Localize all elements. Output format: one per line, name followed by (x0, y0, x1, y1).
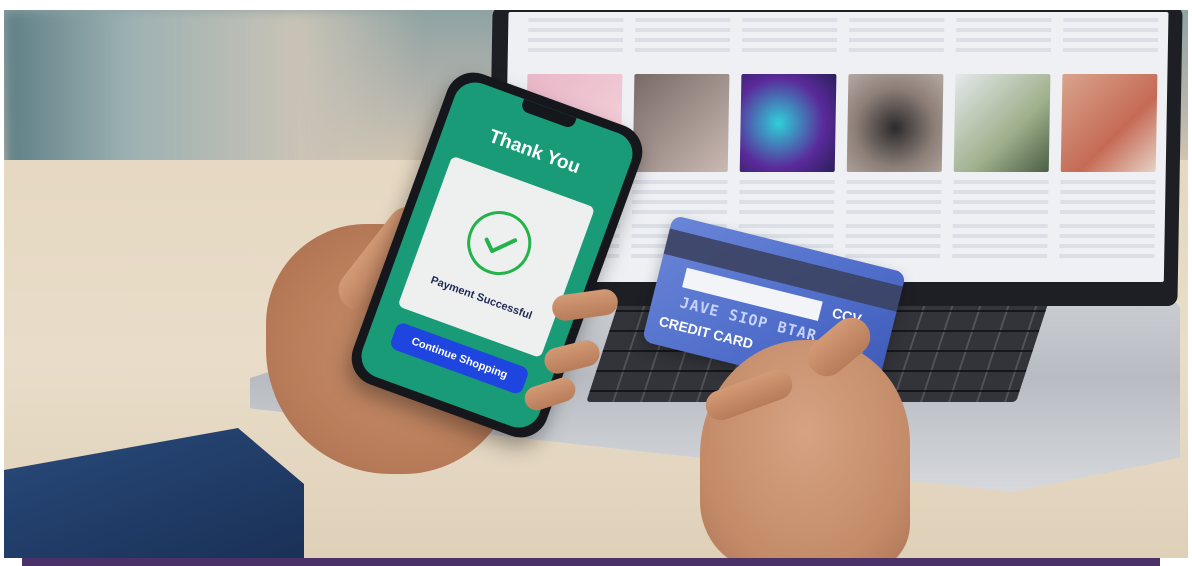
product-thumbnail (739, 74, 837, 172)
product-thumbnail (846, 74, 944, 172)
right-hand (700, 340, 910, 558)
product-thumbnail (632, 74, 730, 172)
product-thumbnail (953, 74, 1051, 172)
product-row (527, 18, 1159, 58)
checkmark-icon (484, 237, 518, 254)
hero-photo: CCV JAVE SIOP BTAR VESL CREDIT CARD Than… (4, 10, 1188, 558)
payment-status-text: Payment Successful (428, 274, 534, 323)
bottom-banner-bar (22, 558, 1160, 566)
window-background (4, 10, 424, 180)
check-circle-icon (458, 202, 541, 285)
payment-confirmation-card: Payment Successful (397, 155, 596, 359)
product-thumbnail (1060, 74, 1158, 172)
